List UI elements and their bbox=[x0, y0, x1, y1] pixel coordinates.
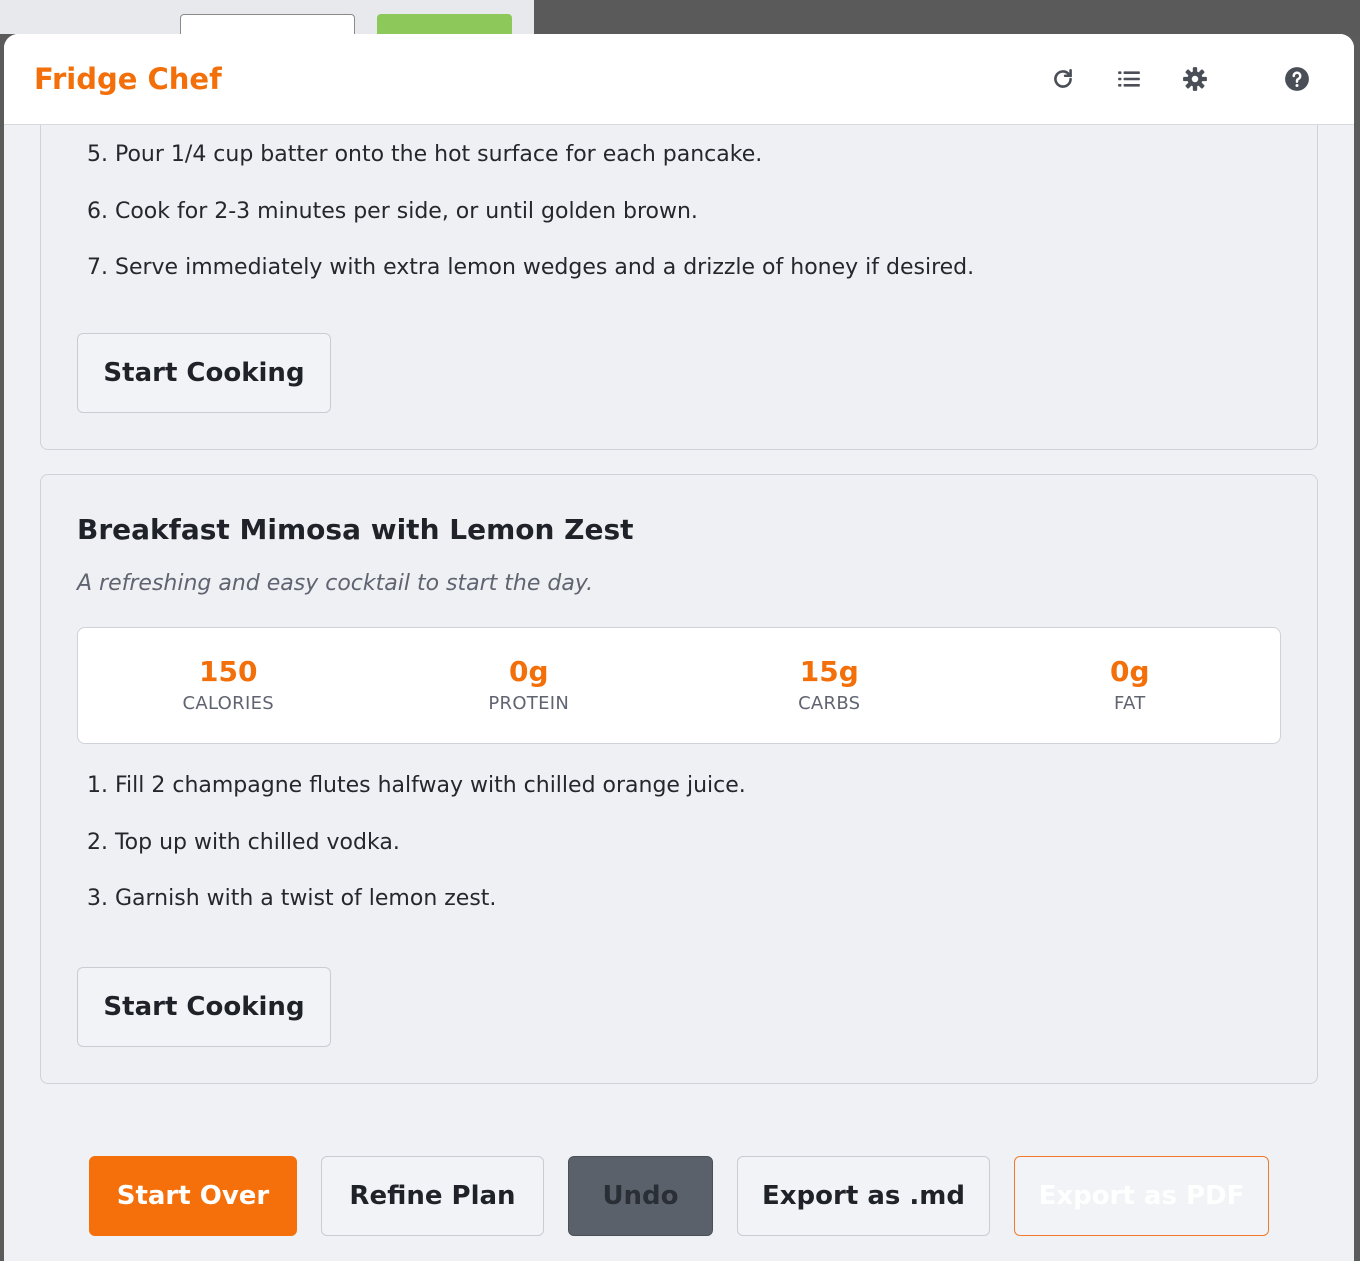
export-md-button[interactable]: Export as .md bbox=[737, 1156, 990, 1236]
recipe-steps: 1. Fill 2 champagne flutes halfway with … bbox=[87, 771, 746, 941]
nutrition-fat: 0g FAT bbox=[980, 628, 1281, 743]
nutrition-protein: 0g PROTEIN bbox=[379, 628, 680, 743]
nutrition-value: 0g bbox=[1109, 655, 1150, 688]
nutrition-label: PROTEIN bbox=[488, 693, 570, 714]
recipe-description: A refreshing and easy cocktail to start … bbox=[77, 571, 594, 596]
nutrition-calories: 150 CALORIES bbox=[78, 628, 379, 743]
recipe-title: Breakfast Mimosa with Lemon Zest bbox=[77, 513, 634, 546]
recipe-card: 5. Pour 1/4 cup batter onto the hot surf… bbox=[40, 85, 1318, 450]
nutrition-value: 15g bbox=[799, 655, 859, 688]
start-over-button[interactable]: Start Over bbox=[89, 1156, 297, 1236]
nutrition-label: CARBS bbox=[798, 693, 861, 714]
recipe-list[interactable]: 5. Pour 1/4 cup batter onto the hot surf… bbox=[4, 85, 1354, 1261]
nutrition-label: FAT bbox=[1113, 693, 1146, 714]
nutrition-panel: 150 CALORIES 0g PROTEIN 15g CARBS 0g FAT bbox=[77, 627, 1281, 744]
nutrition-value: 0g bbox=[508, 655, 549, 688]
help-icon[interactable] bbox=[1282, 64, 1312, 94]
recipe-step: 3. Garnish with a twist of lemon zest. bbox=[87, 886, 497, 911]
undo-button[interactable]: Undo bbox=[568, 1156, 713, 1236]
export-pdf-button[interactable]: Export as PDF bbox=[1014, 1156, 1269, 1236]
start-cooking-button[interactable]: Start Cooking bbox=[77, 967, 331, 1047]
refresh-icon[interactable] bbox=[1048, 64, 1078, 94]
nutrition-value: 150 bbox=[199, 655, 258, 688]
recipe-steps: 5. Pour 1/4 cup batter onto the hot surf… bbox=[87, 140, 974, 310]
recipe-step: 7. Serve immediately with extra lemon we… bbox=[87, 255, 975, 280]
nutrition-carbs: 15g CARBS bbox=[679, 628, 980, 743]
gear-icon[interactable] bbox=[1180, 64, 1210, 94]
recipe-card: Breakfast Mimosa with Lemon Zest A refre… bbox=[40, 474, 1318, 1084]
recipe-step: 5. Pour 1/4 cup batter onto the hot surf… bbox=[87, 142, 763, 167]
recipe-step: 6. Cook for 2-3 minutes per side, or unt… bbox=[87, 198, 698, 224]
recipe-step: 2. Top up with chilled vodka. bbox=[87, 829, 400, 855]
start-cooking-button[interactable]: Start Cooking bbox=[77, 333, 331, 413]
refine-plan-button[interactable]: Refine Plan bbox=[321, 1156, 544, 1236]
recipe-step: 1. Fill 2 champagne flutes halfway with … bbox=[87, 773, 746, 798]
fridge-chef-modal: Fridge Chef 5. Pour 1/4 cup batter onto … bbox=[4, 34, 1354, 1261]
nutrition-label: CALORIES bbox=[182, 693, 274, 714]
modal-header: Fridge Chef bbox=[4, 34, 1354, 125]
app-title: Fridge Chef bbox=[34, 62, 222, 96]
list-icon[interactable] bbox=[1114, 64, 1144, 94]
